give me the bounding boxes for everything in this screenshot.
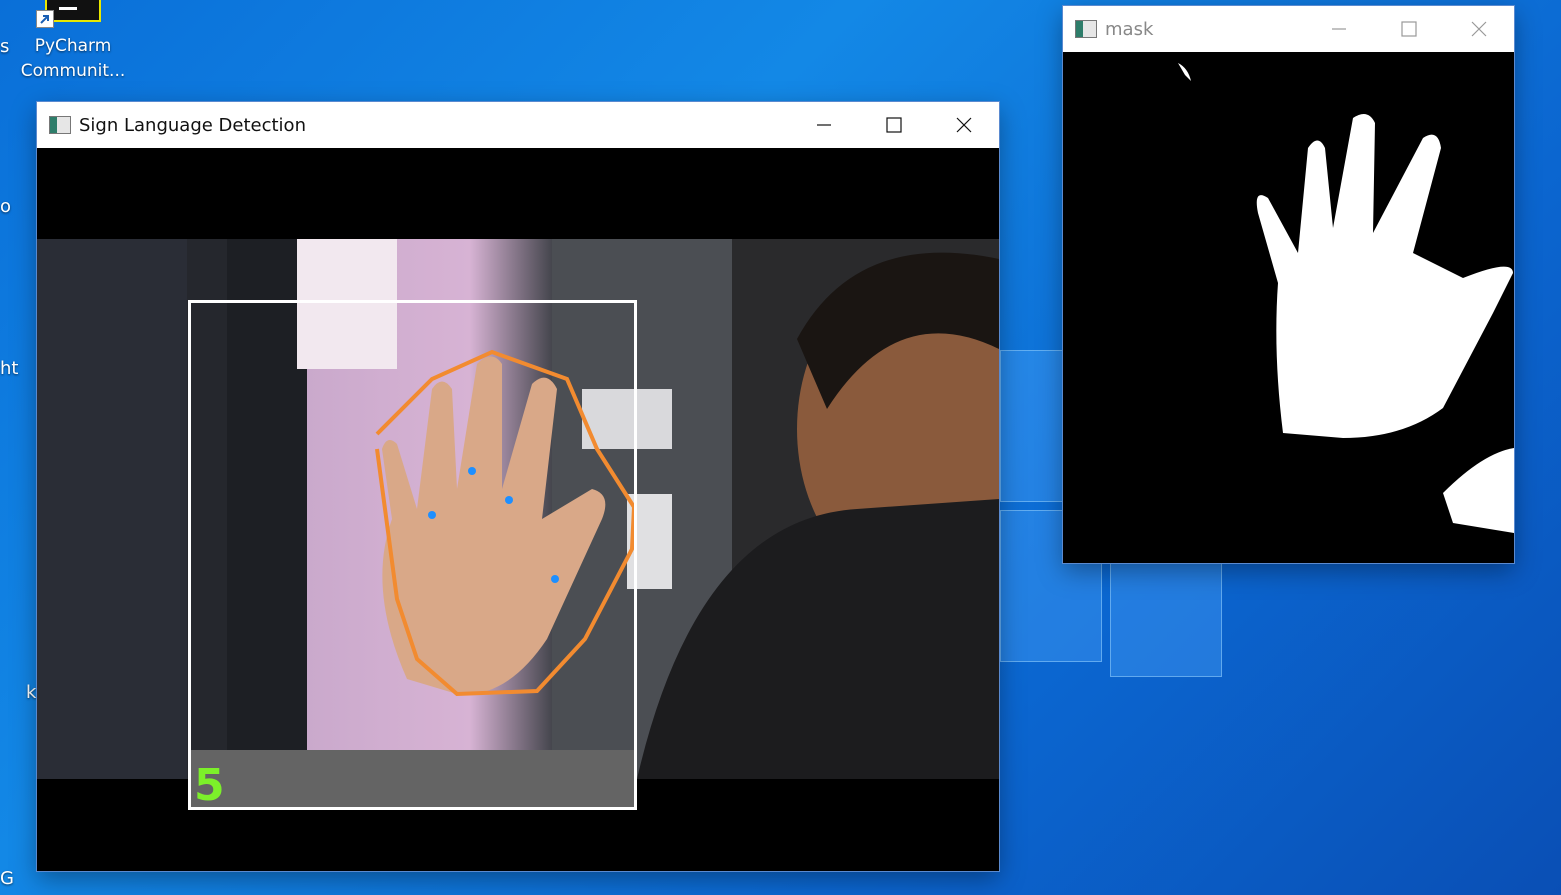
shortcut-arrow-icon: [36, 10, 54, 28]
desktop-icon-pycharm[interactable]: PyCharm Communit...: [18, 0, 128, 84]
opencv-window-icon: [49, 116, 71, 134]
window-title: Sign Language Detection: [79, 114, 306, 136]
close-button[interactable]: [929, 102, 999, 148]
close-icon: [956, 117, 972, 133]
maximize-icon: [1401, 21, 1417, 37]
desktop-edge-label[interactable]: s: [0, 36, 9, 57]
maximize-button[interactable]: [1374, 6, 1444, 52]
opencv-window-icon: [1075, 20, 1097, 38]
desktop-edge-label[interactable]: k: [26, 682, 36, 703]
minimize-icon: [817, 124, 831, 126]
title-bar[interactable]: Sign Language Detection: [37, 102, 999, 148]
mask-window-title: mask: [1105, 18, 1154, 40]
desktop-edge-label[interactable]: ht: [0, 358, 18, 379]
desktop-edge-label[interactable]: G: [0, 868, 14, 889]
close-button[interactable]: [1444, 6, 1514, 52]
mask-window[interactable]: mask: [1063, 6, 1514, 563]
minimize-icon: [1332, 28, 1346, 30]
desktop-icon-label: PyCharm Communit...: [20, 36, 126, 81]
mask-title-bar[interactable]: mask: [1063, 6, 1514, 52]
camera-feed: 5: [37, 149, 999, 871]
binary-hand-mask: [1063, 53, 1514, 563]
maximize-button[interactable]: [859, 102, 929, 148]
minimize-button[interactable]: [789, 102, 859, 148]
close-icon: [1471, 21, 1487, 37]
count-label-bar: [191, 750, 634, 807]
maximize-icon: [886, 117, 902, 133]
desktop-edge-label[interactable]: o: [0, 196, 11, 217]
minimize-button[interactable]: [1304, 6, 1374, 52]
mask-view: [1063, 53, 1514, 563]
sign-language-window[interactable]: Sign Language Detection 5: [37, 102, 999, 871]
detected-finger-count: 5: [194, 760, 225, 811]
roi-box: [188, 300, 637, 810]
